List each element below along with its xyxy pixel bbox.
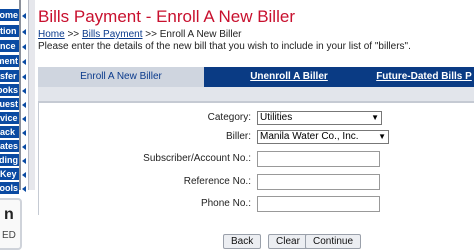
badge-text-top: n (4, 206, 14, 223)
phone-row: Phone No.: (39, 194, 474, 214)
tab-future-dated-bills[interactable]: Future-Dated Bills P (374, 67, 474, 87)
nav-arrow-icon (22, 88, 26, 94)
nav-arrow-icon (22, 102, 26, 108)
subscriber-row: Subscriber/Account No.: (39, 149, 474, 169)
breadcrumb-bills-payment-link[interactable]: Bills Payment (82, 29, 143, 40)
nav-item-3[interactable]: nce (0, 40, 19, 52)
nav-item-tools[interactable]: ools (0, 182, 19, 194)
nav-rail (19, 0, 21, 190)
nav-item-books[interactable]: ooks (0, 84, 19, 96)
breadcrumb-separator: >> (145, 29, 157, 40)
nav-item-transfer[interactable]: sfer (0, 70, 19, 82)
nav-arrow-icon (22, 29, 26, 35)
breadcrumb-home-link[interactable]: Home (38, 29, 65, 40)
nav-item-4[interactable]: ment (0, 55, 19, 67)
phone-label: Phone No.: (200, 198, 251, 209)
breadcrumb: Home >> Bills Payment >> Enroll A New Bi… (38, 29, 241, 40)
biller-select[interactable]: Manila Water Co., Inc. ▼ (257, 130, 389, 144)
nav-item-rates[interactable]: ates (0, 140, 19, 152)
nav-item-feedback[interactable]: ack (0, 126, 19, 138)
continue-button[interactable]: Continue (305, 234, 362, 249)
biller-select-value: Manila Water Co., Inc. (260, 131, 359, 142)
subscriber-account-input[interactable] (257, 151, 380, 167)
side-navigation: ome tion nce ment sfer ooks uest vice ac… (0, 0, 36, 250)
nav-item-home[interactable]: ome (0, 9, 19, 21)
nav-item-key[interactable]: Key (0, 168, 19, 180)
nav-arrow-icon (22, 158, 26, 164)
nav-item-request[interactable]: uest (0, 98, 19, 110)
category-select[interactable]: Utilities ▼ (257, 111, 382, 125)
breadcrumb-current: Enroll A New Biller (159, 29, 242, 40)
reference-number-input[interactable] (257, 174, 380, 190)
tab-unenroll-biller[interactable]: Unenroll A Biller (204, 67, 374, 87)
nav-scroll-rail[interactable] (28, 0, 35, 190)
biller-row: Biller: Manila Water Co., Inc. ▼ (39, 127, 474, 147)
category-row: Category: Utilities ▼ (39, 108, 474, 128)
security-seal-badge: n ED (0, 198, 22, 250)
biller-label: Biller: (225, 131, 251, 142)
chevron-down-icon: ▼ (371, 113, 379, 122)
clear-button[interactable]: Clear (268, 234, 308, 249)
category-select-value: Utilities (260, 112, 293, 123)
chevron-down-icon: ▼ (378, 132, 386, 141)
nav-item-2[interactable]: tion (0, 25, 19, 37)
nav-arrow-icon (22, 186, 26, 192)
nav-arrow-icon (22, 172, 26, 178)
nav-arrow-icon (22, 59, 26, 65)
enroll-biller-form: Category: Utilities ▼ Biller: Manila Wat… (38, 102, 474, 215)
tab-bar: Enroll A New Biller Unenroll A Biller Fu… (38, 67, 474, 87)
phone-number-input[interactable] (257, 196, 380, 212)
nav-item-trading[interactable]: ding (0, 154, 19, 166)
tab-content-strip (38, 87, 474, 102)
nav-item-service[interactable]: vice (0, 112, 19, 124)
nav-arrow-icon (22, 130, 26, 136)
nav-arrow-icon (22, 74, 26, 80)
nav-arrow-icon (22, 144, 26, 150)
badge-text-bottom: ED (2, 230, 16, 241)
page-title: Bills Payment - Enroll A New Biller (38, 7, 295, 26)
breadcrumb-separator: >> (67, 29, 80, 40)
nav-arrow-icon (22, 44, 26, 50)
page-description: Please enter the details of the new bill… (38, 41, 411, 52)
back-button[interactable]: Back (223, 234, 262, 249)
nav-arrow-icon (22, 116, 26, 122)
nav-arrow-icon (22, 13, 26, 19)
reference-label: Reference No.: (183, 176, 251, 187)
tab-enroll-new-biller[interactable]: Enroll A New Biller (38, 67, 204, 87)
reference-row: Reference No.: (39, 172, 474, 192)
subscriber-label: Subscriber/Account No.: (143, 153, 251, 164)
category-label: Category: (207, 112, 251, 123)
